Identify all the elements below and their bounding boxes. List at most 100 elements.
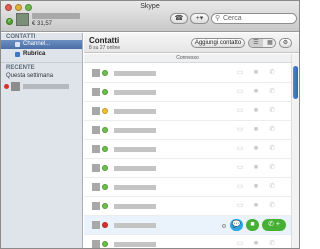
- contact-name-blurred: [114, 242, 156, 247]
- chat-icon[interactable]: ▭: [236, 69, 244, 77]
- contact-list: ▭ ■ ✆ ▭ ■ ✆ ▭ ■ ✆ ▭ ■ ✆ ▭ ■ ✆ ▭ ■ ✆ ▭ ■ ✆ ▭ ■ ✆ 💬 ■ ✆ + ▭ ■ ✆: [84, 64, 291, 248]
- contact-avatar: [92, 202, 100, 210]
- contact-row[interactable]: ▭ ■ ✆: [84, 178, 291, 197]
- add-menu-button[interactable]: +▾: [190, 13, 209, 24]
- chat-icon[interactable]: ▭: [236, 164, 244, 172]
- this-week-label: Questa settimana: [6, 73, 54, 79]
- video-icon[interactable]: ■: [252, 202, 260, 210]
- contacts-header: Contatti 8 su 27 online Aggiungi contatt…: [84, 33, 299, 53]
- contact-name-blurred: [114, 185, 156, 190]
- recent-conversation-item[interactable]: [4, 82, 80, 92]
- online-status-icon[interactable]: ✓: [6, 18, 13, 25]
- contact-name-blurred: [114, 223, 156, 228]
- phone-icon[interactable]: ✆: [268, 107, 276, 115]
- video-icon[interactable]: ■: [252, 107, 260, 115]
- phone-icon[interactable]: ✆: [268, 164, 276, 172]
- online-status-icon: [102, 203, 108, 209]
- video-icon[interactable]: ■: [252, 88, 260, 96]
- contact-row[interactable]: ▭ ■ ✆: [84, 197, 291, 216]
- profile-name-blurred[interactable]: [32, 13, 80, 19]
- chat-icon[interactable]: ▭: [236, 240, 244, 248]
- contact-avatar: [92, 145, 100, 153]
- info-icon[interactable]: [222, 224, 226, 228]
- contact-avatar: [92, 164, 100, 172]
- away-status-icon: [102, 108, 108, 114]
- call-phones-button[interactable]: ☎: [170, 13, 188, 24]
- phone-icon[interactable]: ✆: [268, 183, 276, 191]
- video-icon[interactable]: ■: [252, 183, 260, 191]
- contact-avatar: [92, 69, 100, 77]
- online-status-icon: [102, 70, 108, 76]
- contact-row[interactable]: ▭ ■ ✆: [84, 140, 291, 159]
- search-box[interactable]: ⚲: [211, 13, 297, 24]
- contact-row[interactable]: 💬 ■ ✆ +: [84, 216, 291, 235]
- contact-name-blurred: [114, 128, 156, 133]
- missed-call-icon: [4, 84, 9, 89]
- skype-credit[interactable]: € 31,57: [32, 21, 52, 27]
- scrollbar[interactable]: [291, 54, 299, 248]
- online-status-icon: [102, 241, 108, 247]
- video-icon[interactable]: ■: [252, 126, 260, 134]
- video-icon[interactable]: ■: [252, 164, 260, 172]
- chat-button[interactable]: 💬: [230, 219, 243, 231]
- phone-icon: ☎: [174, 15, 184, 22]
- contact-avatar: [92, 126, 100, 134]
- contact-row[interactable]: ▭ ■ ✆: [84, 102, 291, 121]
- phone-icon[interactable]: ✆: [268, 240, 276, 248]
- phone-icon[interactable]: ✆: [268, 202, 276, 210]
- phone-icon[interactable]: ✆: [268, 126, 276, 134]
- sidebar-divider: [1, 62, 82, 63]
- contact-avatar: [92, 88, 100, 96]
- video-call-button[interactable]: ■: [246, 219, 259, 231]
- chat-icon[interactable]: ▭: [236, 145, 244, 153]
- grid-view-icon[interactable]: ▦: [263, 39, 275, 47]
- chat-icon[interactable]: ▭: [236, 183, 244, 191]
- contact-row[interactable]: ▭ ■ ✆: [84, 235, 291, 249]
- contact-avatar: [92, 221, 100, 229]
- list-view-icon[interactable]: ☰: [249, 39, 263, 47]
- chat-icon[interactable]: ▭: [236, 107, 244, 115]
- phone-icon[interactable]: ✆: [268, 88, 276, 96]
- sidebar: CONTATTI Channel... Rubrica RECENTE Ques…: [1, 33, 83, 248]
- sidebar-item-rubrica[interactable]: Rubrica: [1, 50, 82, 59]
- contact-row[interactable]: ▭ ■ ✆: [84, 64, 291, 83]
- contact-name-blurred: [114, 90, 156, 95]
- sidebar-item-channel[interactable]: Channel...: [1, 40, 82, 49]
- contact-avatar: [92, 107, 100, 115]
- contact-row[interactable]: ▭ ■ ✆: [84, 83, 291, 102]
- busy-status-icon: [102, 222, 108, 228]
- gear-icon[interactable]: ⚙: [279, 38, 292, 48]
- search-input[interactable]: [223, 14, 295, 23]
- online-status-icon: [102, 184, 108, 190]
- contact-row[interactable]: ▭ ■ ✆: [84, 121, 291, 140]
- contact-avatar: [92, 240, 100, 248]
- contact-name-blurred: [114, 71, 156, 76]
- online-count: 8 su 27 online: [89, 45, 121, 51]
- video-icon[interactable]: ■: [252, 145, 260, 153]
- view-toggle[interactable]: ☰ ▦: [248, 38, 276, 48]
- chat-icon[interactable]: ▭: [236, 88, 244, 96]
- phone-icon[interactable]: ✆: [268, 69, 276, 77]
- scrollbar-thumb[interactable]: [293, 66, 298, 99]
- call-button[interactable]: ✆ +: [262, 219, 286, 231]
- contacts-panel: Contatti 8 su 27 online Aggiungi contatt…: [84, 33, 299, 248]
- skype-window: Skype ✓ € 31,57 ☎ +▾ ⚲ CONTATTI Channel.…: [0, 0, 300, 249]
- sidebar-item-label: Rubrica: [23, 51, 46, 57]
- profile-avatar[interactable]: [16, 13, 29, 26]
- online-status-icon: [102, 127, 108, 133]
- contact-name-blurred: [114, 109, 156, 114]
- contact-name-blurred: [114, 147, 156, 152]
- address-book-icon: [15, 52, 20, 57]
- phone-icon[interactable]: ✆: [268, 145, 276, 153]
- add-contact-button[interactable]: Aggiungi contatto: [191, 38, 245, 48]
- online-status-icon: [102, 165, 108, 171]
- contact-row[interactable]: ▭ ■ ✆: [84, 159, 291, 178]
- chat-icon[interactable]: ▭: [236, 202, 244, 210]
- chat-icon[interactable]: ▭: [236, 126, 244, 134]
- video-icon[interactable]: ■: [252, 240, 260, 248]
- channel-icon: [15, 42, 20, 47]
- contact-avatar: [92, 183, 100, 191]
- video-icon[interactable]: ■: [252, 69, 260, 77]
- window-title: Skype: [140, 3, 160, 10]
- sidebar-item-label: Channel...: [23, 41, 51, 47]
